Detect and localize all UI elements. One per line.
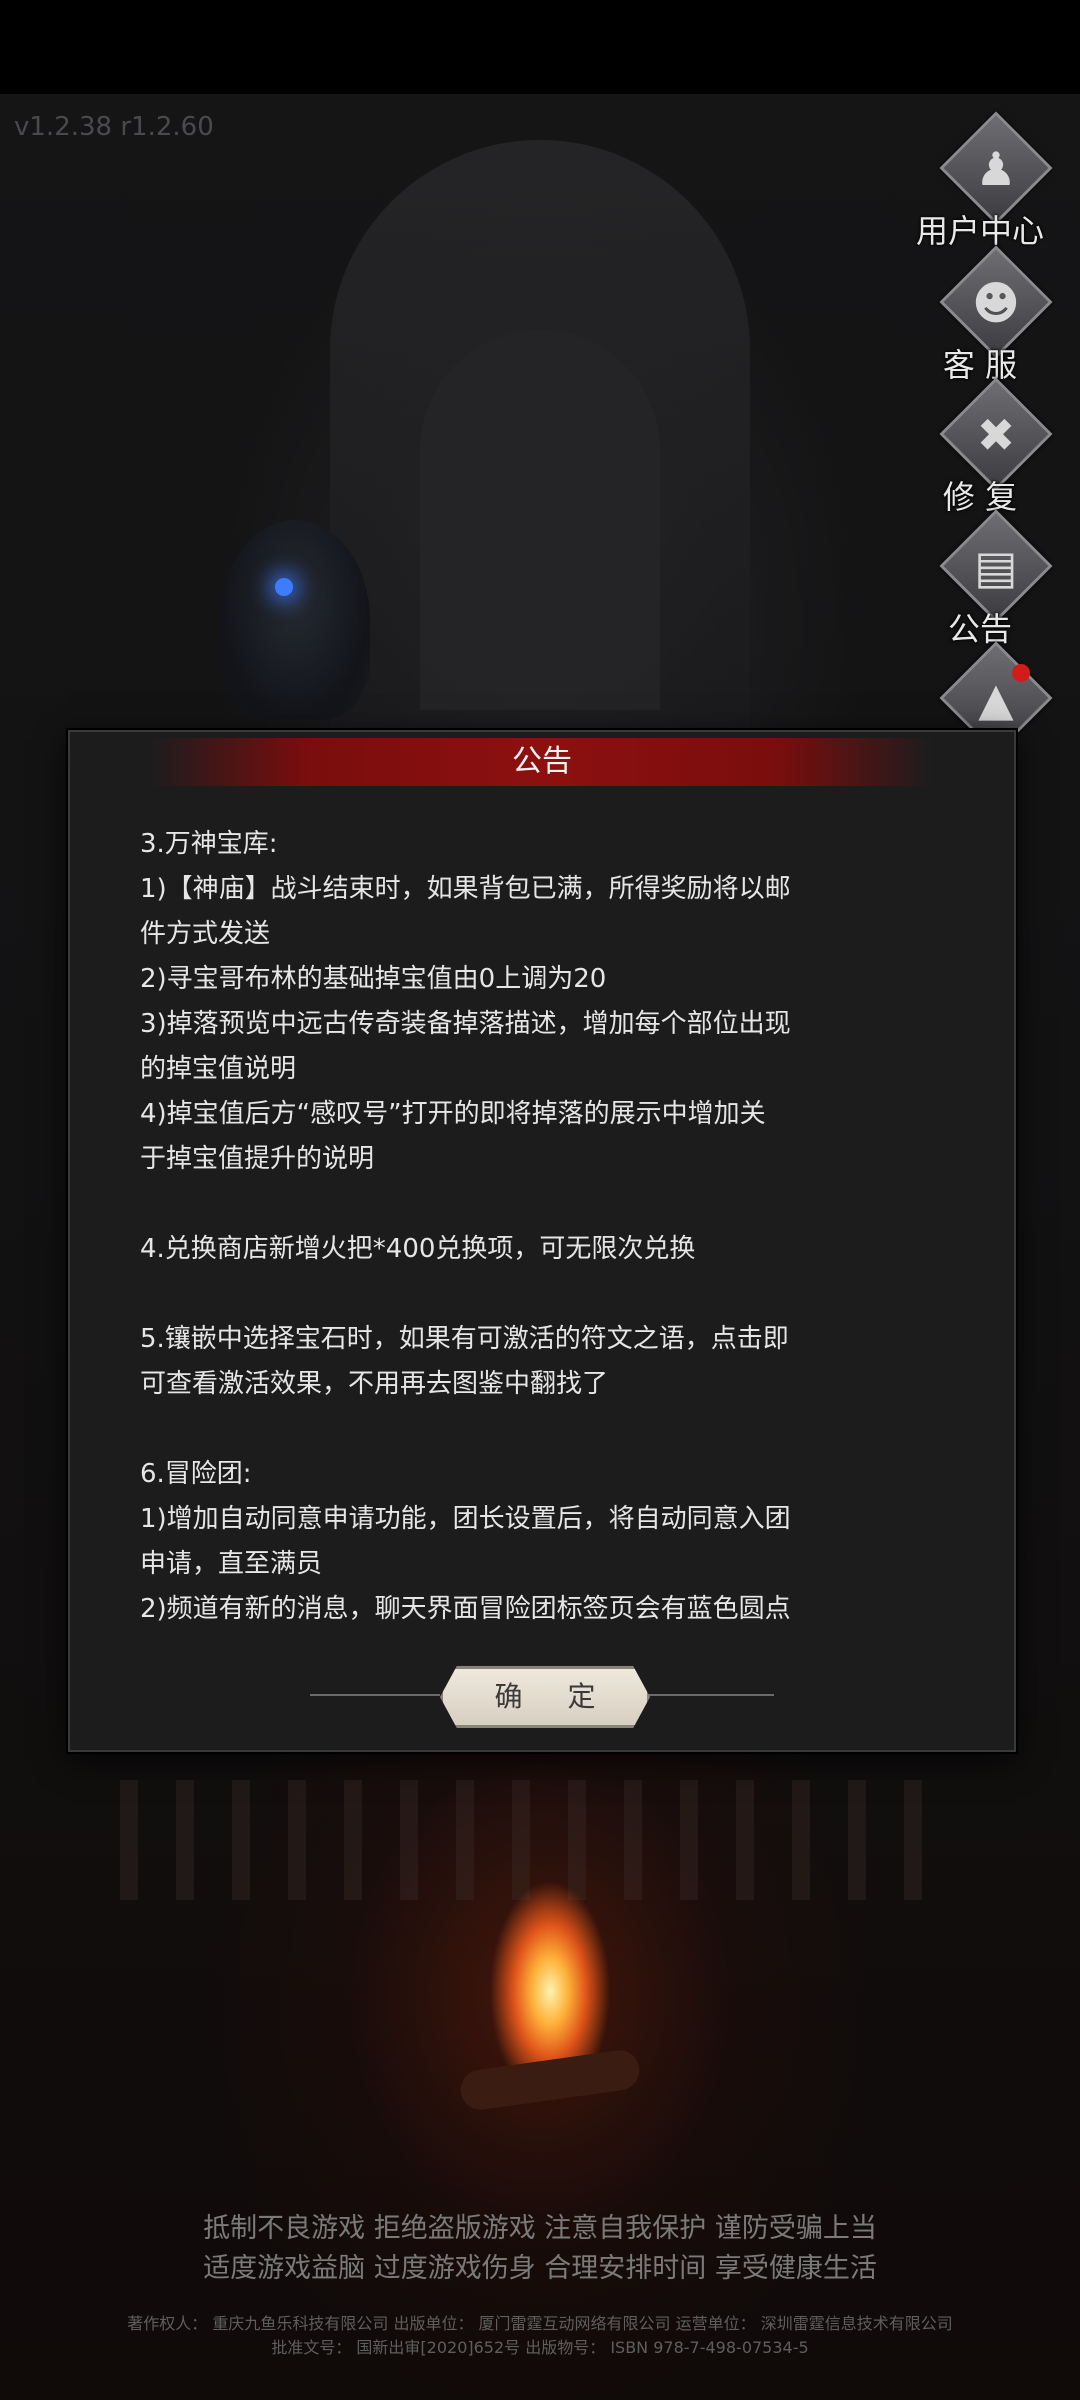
divider-right xyxy=(644,1694,774,1696)
divider-left xyxy=(310,1694,440,1696)
announcement-line: 4.兑换商店新增火把*400兑换项，可无限次兑换 xyxy=(140,1234,696,1264)
copyright-info: 著作权人： 重庆九鱼乐科技有限公司 出版单位： 厦门雷霆互动网络有限公司 运营单… xyxy=(127,2314,953,2333)
announcement-line: 申请，直至满员 xyxy=(140,1549,323,1579)
announcement-line: 于掉宝值提升的说明 xyxy=(140,1144,375,1174)
notification-dot xyxy=(1012,664,1030,682)
announcement-line: 1)【神庙】战斗结束时，如果背包已满，所得奖励将以邮 xyxy=(140,874,791,904)
announcement-line: 2)寻宝哥布林的基础掉宝值由0上调为20 xyxy=(140,964,607,994)
announcement-line: 件方式发送 xyxy=(140,919,271,949)
confirm-row: 确 定 xyxy=(70,1662,1014,1728)
announcement-line: 提示 xyxy=(140,1632,940,1634)
temple-doorway xyxy=(420,330,660,710)
wrench-icon: ✖ xyxy=(976,408,1016,462)
person-icon: ♟ xyxy=(975,142,1017,196)
announcement-line: 6.冒险团: xyxy=(140,1459,252,1489)
announcement-line: 2)频道有新的消息，聊天界面冒险团标签页会有蓝色圆点 xyxy=(140,1594,791,1624)
announcement-line: 5.镶嵌中选择宝石时，如果有可激活的符文之语，点击即 xyxy=(140,1324,789,1354)
announcement-line: 4)掉宝值后方“感叹号”打开的即将掉落的展示中增加关 xyxy=(140,1099,766,1129)
status-bar xyxy=(0,0,1080,94)
dark-knight-figure xyxy=(220,520,370,720)
customer-service-button[interactable]: ☻ 客 服 xyxy=(930,245,1053,384)
announcement-dialog: 公告 3.万神宝库: 1)【神庙】战斗结束时，如果背包已满，所得奖励将以邮 件方式发… xyxy=(68,730,1016,1752)
user-center-button[interactable]: ♟ 用户中心 xyxy=(916,111,1053,250)
health-notice-line-2: 适度游戏益脑 过度游戏伤身 合理安排时间 享受健康生活 xyxy=(203,2253,877,2284)
support-agent-icon: ☻ xyxy=(972,276,1020,330)
health-notice-line-1: 抵制不良游戏 拒绝盗版游戏 注意自我保护 谨防受骗上当 xyxy=(203,2213,877,2244)
version-label: v1.2.38 r1.2.60 xyxy=(14,112,214,142)
announcement-line: 的掉宝值说明 xyxy=(140,1054,297,1084)
user-center-label: 用户中心 xyxy=(915,212,1044,250)
notice-board-icon: ▤ xyxy=(974,540,1018,594)
repair-label: 修 复 xyxy=(942,478,1018,516)
announcement-content[interactable]: 3.万神宝库: 1)【神庙】战斗结束时，如果背包已满，所得奖励将以邮 件方式发送 2)… xyxy=(140,822,940,1634)
announcement-line: 可查看激活效果，不用再去图鉴中翻找了 xyxy=(140,1369,609,1399)
announcement-button[interactable]: ▤ 公告 xyxy=(930,509,1053,648)
confirm-button[interactable]: 确 定 xyxy=(440,1666,650,1728)
announcement-line: 3)掉落预览中远古传奇装备掉落描述，增加每个部位出现 xyxy=(140,1009,791,1039)
announcement-line: 3.万神宝库: xyxy=(140,829,278,859)
dialog-title: 公告 xyxy=(150,738,934,786)
announcement-label: 公告 xyxy=(947,610,1012,648)
repair-button[interactable]: ✖ 修 复 xyxy=(930,377,1053,516)
announcement-line: 1)增加自动同意申请功能，团长设置后，将自动同意入团 xyxy=(140,1504,791,1534)
approval-info: 批准文号： 国新出审[2020]652号 出版物号： ISBN 978-7-49… xyxy=(271,2338,809,2357)
customer-service-label: 客 服 xyxy=(942,346,1018,384)
glowing-eye xyxy=(275,578,293,596)
